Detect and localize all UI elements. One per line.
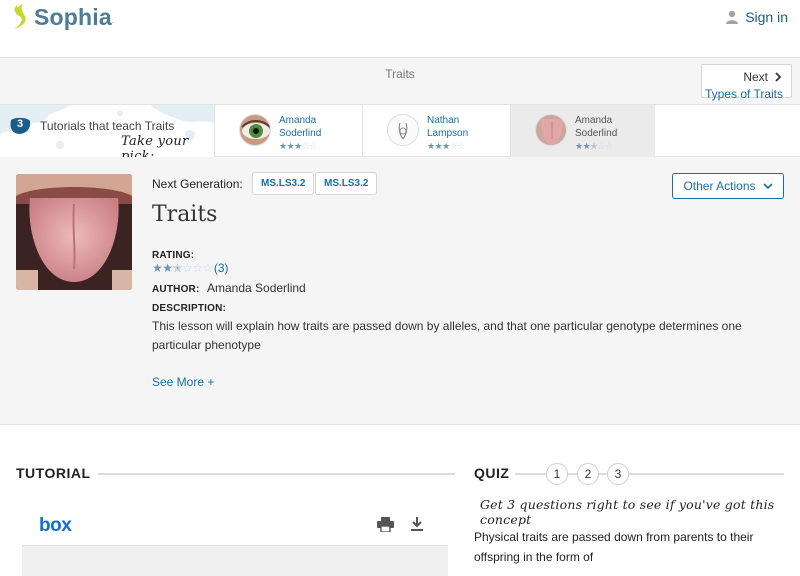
quiz-hint: Get 3 questions right to see if you've g…	[480, 497, 775, 527]
author-last-name: Soderlind	[575, 128, 618, 139]
next-generation-label: Next Generation:	[152, 177, 243, 191]
see-more-link[interactable]: See More +	[152, 375, 214, 389]
other-actions-dropdown[interactable]: Other Actions	[672, 173, 784, 199]
star-rating: ★★★☆☆	[427, 141, 465, 151]
rating: ★★✭☆☆☆ (3)	[152, 261, 229, 275]
user-icon	[726, 10, 739, 24]
tongue-thumbnail-icon	[536, 115, 566, 145]
take-your-pick-text: Take your pick:	[121, 134, 189, 157]
logo-wordmark: Sophia	[34, 3, 112, 30]
next-label-wrap: Next	[743, 70, 783, 84]
picker-label: Tutorials that teach Traits	[40, 119, 175, 133]
tutorial-author-name: Amanda Soderlind	[575, 114, 655, 140]
document-viewer: box	[22, 507, 448, 576]
viewer-content[interactable]	[22, 545, 448, 576]
author-last-name: Lampson	[427, 128, 469, 139]
quiz-question-2[interactable]: 2	[577, 463, 599, 485]
quiz-question-3[interactable]: 3	[607, 463, 629, 485]
quiz-heading: QUIZ	[474, 465, 510, 481]
tutorial-author-name: Nathan Lampson	[427, 114, 507, 140]
picker-intro: 3 Tutorials that teach Traits Take your …	[0, 105, 214, 157]
tongue-image	[16, 174, 132, 290]
print-icon[interactable]	[377, 517, 394, 532]
chevron-down-icon	[762, 183, 773, 190]
author-label: AUTHOR:	[152, 284, 200, 295]
sign-in-link[interactable]: Sign in	[725, 9, 788, 25]
tutorial-card[interactable]: Nathan Lampson ★★★☆☆	[362, 105, 510, 157]
box-logo: box	[39, 515, 72, 536]
quiz-question-1[interactable]: 1	[546, 463, 568, 485]
logo-trademark: .	[111, 18, 114, 25]
sophia-logo[interactable]: Sophia .	[10, 3, 114, 31]
tutorial-card-selected[interactable]: Amanda Soderlind ★★✭☆☆	[510, 105, 655, 157]
eye-thumbnail-icon	[240, 115, 270, 145]
tutorial-card[interactable]: Amanda Soderlind ★★★☆☆	[214, 105, 362, 157]
avatar	[387, 114, 419, 146]
site-header: Sophia . Sign in	[0, 0, 800, 58]
tutorial-count: 3	[16, 118, 24, 130]
sign-in-label: Sign in	[745, 9, 788, 25]
author-first-name: Amanda	[575, 115, 613, 126]
chevron-right-icon	[775, 72, 782, 82]
breadcrumb-title: Traits	[385, 67, 415, 81]
sketch-avatar-icon	[388, 115, 418, 145]
next-tutorial-button[interactable]: Next Types of Traits	[701, 64, 792, 101]
viewer-toolbar	[377, 517, 424, 532]
author-name: Amanda Soderlind	[207, 281, 306, 295]
tutorial-details: Next Generation: MS.LS3.2 MS.LS3.2 Trait…	[0, 157, 800, 425]
description-text: This lesson will explain how traits are …	[152, 319, 742, 352]
standard-tag[interactable]: MS.LS3.2	[315, 172, 378, 195]
tutorial-picker: 3 Tutorials that teach Traits Take your …	[0, 104, 800, 157]
rating-label: RATING:	[152, 250, 195, 261]
standard-tag[interactable]: MS.LS3.2	[252, 172, 315, 195]
author-first-name: Amanda	[279, 115, 317, 126]
next-label: Next	[743, 70, 768, 84]
breadcrumb-bar: Traits Next Types of Traits	[0, 58, 800, 104]
author-last-name: Soderlind	[279, 128, 322, 139]
description-label: DESCRIPTION:	[152, 303, 227, 314]
sophia-leaf-icon	[14, 4, 26, 29]
avatar	[535, 114, 567, 146]
other-actions-label: Other Actions	[683, 179, 756, 193]
download-icon[interactable]	[410, 517, 424, 532]
quiz-question-text: Physical traits are passed down from par…	[474, 530, 754, 564]
rating-count[interactable]: (3)	[214, 261, 229, 275]
author-first-name: Nathan	[427, 115, 460, 126]
page-title: Traits	[152, 202, 218, 227]
tutorial-author-name: Amanda Soderlind	[279, 114, 359, 140]
tutorial-thumbnail	[16, 174, 132, 290]
next-title: Types of Traits	[704, 87, 783, 101]
star-rating: ★★★☆☆	[279, 141, 317, 151]
star-rating: ★★✭☆☆	[575, 141, 613, 151]
tutorial-heading: TUTORIAL	[16, 465, 91, 481]
star-rating: ★★✭☆☆☆	[152, 261, 213, 275]
divider	[98, 473, 455, 475]
avatar	[239, 114, 271, 146]
